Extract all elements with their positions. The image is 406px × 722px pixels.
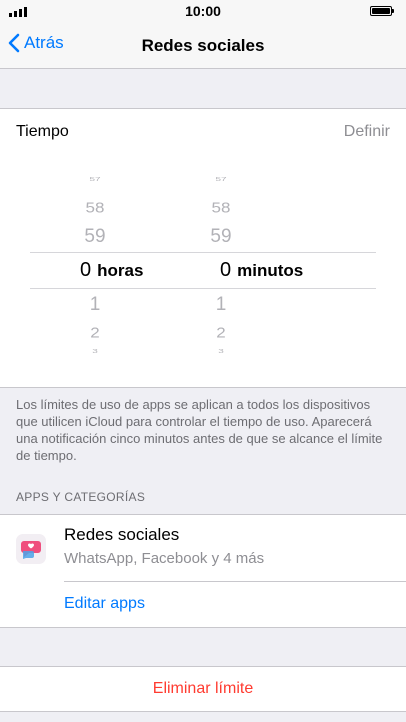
- hours-unit: horas: [97, 261, 144, 280]
- minutes-option[interactable]: 57: [186, 176, 256, 182]
- hours-option[interactable]: 3: [60, 348, 130, 354]
- minutes-option[interactable]: 2: [186, 325, 256, 342]
- time-label: Tiempo: [16, 123, 69, 140]
- hours-option[interactable]: 57: [60, 176, 130, 182]
- minutes-value: 0: [220, 259, 232, 281]
- social-networks-icon: [16, 534, 46, 564]
- navigation-bar: Atrás Redes sociales: [0, 22, 406, 69]
- minutes-option[interactable]: 58: [186, 200, 256, 217]
- section-header: APPS Y CATEGORÍAS: [16, 490, 146, 504]
- limit-description: Los límites de uso de apps se aplican a …: [16, 397, 383, 463]
- set-button[interactable]: Definir: [344, 123, 390, 141]
- category-apps: WhatsApp, Facebook y 4 más: [64, 550, 265, 567]
- hours-option[interactable]: 59: [60, 226, 130, 248]
- status-bar: 10:00: [0, 0, 406, 22]
- time-picker[interactable]: 57 58 59 1 2 3 0 horas 57 58 59 1 2 3 0 …: [0, 154, 406, 388]
- hours-option[interactable]: 2: [60, 325, 130, 342]
- hours-value: 0: [80, 259, 92, 281]
- status-time: 10:00: [185, 3, 221, 19]
- hours-option[interactable]: 58: [60, 200, 130, 217]
- battery-icon: [370, 6, 394, 16]
- hours-option[interactable]: 1: [60, 294, 130, 316]
- page-title: Redes sociales: [141, 36, 265, 55]
- time-row[interactable]: Tiempo Definir: [0, 108, 406, 155]
- minutes-option[interactable]: 59: [186, 226, 256, 248]
- edit-apps-button[interactable]: Editar apps: [64, 595, 145, 613]
- delete-limit-label: Eliminar límite: [152, 680, 254, 697]
- minutes-selected[interactable]: 0 minutos: [220, 259, 303, 282]
- minutes-option[interactable]: 3: [186, 348, 256, 354]
- hours-selected[interactable]: 0 horas: [80, 259, 143, 282]
- minutes-unit: minutos: [237, 261, 304, 280]
- divider: [64, 581, 406, 582]
- category-title: Redes sociales: [64, 525, 180, 544]
- apps-categories-group: Redes sociales WhatsApp, Facebook y 4 má…: [0, 514, 406, 628]
- delete-limit-button[interactable]: Eliminar límite: [0, 666, 406, 712]
- minutes-option[interactable]: 1: [186, 294, 256, 316]
